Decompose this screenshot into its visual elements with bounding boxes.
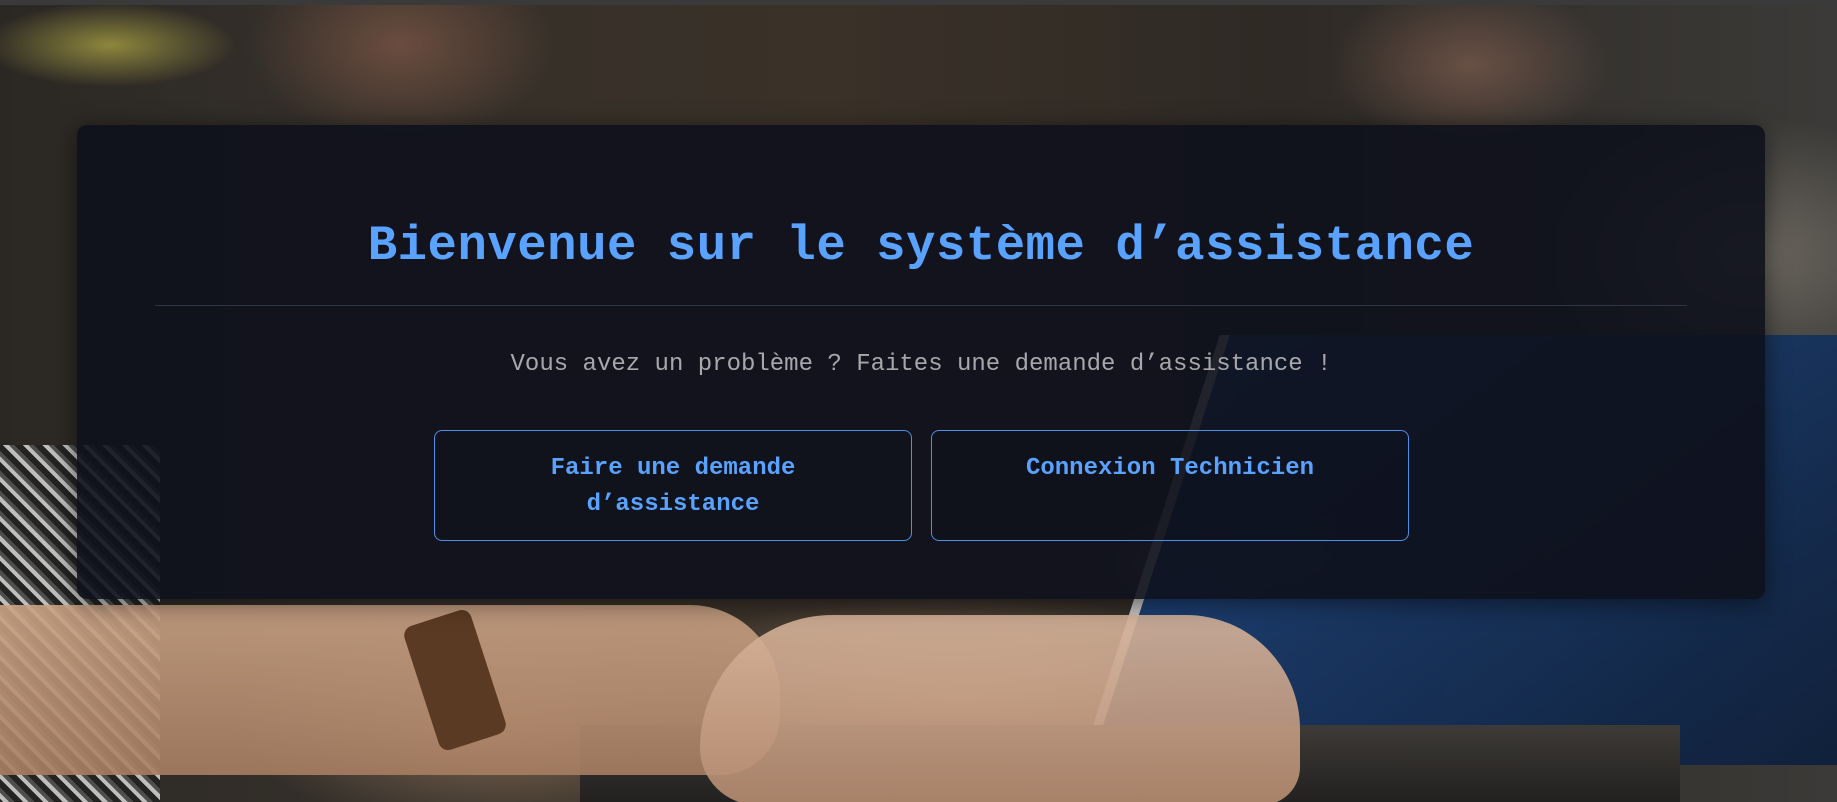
background-hand: [700, 615, 1300, 802]
technician-login-button[interactable]: Connexion Technicien: [931, 430, 1409, 541]
welcome-card: Bienvenue sur le système d’assistance Vo…: [77, 125, 1765, 599]
background-arm: [0, 605, 780, 775]
page: Bienvenue sur le système d’assistance Vo…: [0, 0, 1837, 802]
request-assistance-button[interactable]: Faire une demande d’assistance: [434, 430, 912, 541]
page-title: Bienvenue sur le système d’assistance: [367, 218, 1475, 274]
title-divider: [155, 305, 1687, 306]
page-subtitle: Vous avez un problème ? Faites une deman…: [510, 351, 1332, 378]
